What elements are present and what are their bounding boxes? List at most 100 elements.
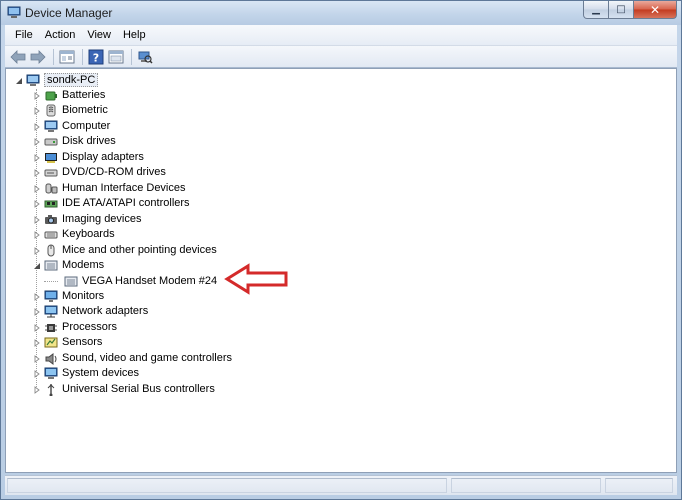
status-cell-main [7,478,447,493]
ide-controller-icon [44,200,58,208]
expand-arrow-icon[interactable] [32,122,41,131]
collapse-arrow-icon[interactable] [14,76,23,85]
tree-category-label: Imaging devices [62,213,142,225]
usb-icon [47,384,55,396]
expand-arrow-icon[interactable] [32,184,41,193]
computer-icon [26,74,40,86]
tree-category-row[interactable]: Sound, video and game controllers [32,351,292,366]
device-tree[interactable]: sondk-PC Batteries Biometric Computer Disk … [5,68,677,473]
device-manager-app-icon [7,6,21,18]
disk-drive-icon [44,138,58,146]
tree-device-row[interactable]: VEGA Handset Modem #24 [44,274,230,289]
tree-category-label: System devices [62,367,140,379]
mouse-icon [47,244,55,257]
tree-category-row[interactable]: Disk drives [32,134,292,149]
back-arrow-icon[interactable] [9,48,27,66]
processor-icon [45,324,57,332]
modem-icon [64,276,78,287]
status-cell-tertiary [605,478,673,493]
expand-arrow-icon[interactable] [32,307,41,316]
tree-category-label: IDE ATA/ATAPI controllers [62,197,190,209]
help-icon[interactable]: ? [87,48,105,66]
tree-category-row[interactable]: Biometric [32,103,292,118]
expand-arrow-icon[interactable] [32,215,41,224]
tree-category-row[interactable]: System devices [32,366,292,381]
properties-icon[interactable] [58,48,76,66]
menu-view[interactable]: View [81,27,117,43]
device-label-vega-modem: VEGA Handset Modem #24 [82,275,218,287]
hid-icon [45,183,58,194]
menu-bar: File Action View Help [5,25,677,46]
tree-category-row[interactable]: Human Interface Devices [32,181,292,196]
tree-category-row[interactable]: Sensors [32,335,292,350]
toolbar: ? [5,46,677,68]
expand-arrow-icon[interactable] [32,354,41,363]
menu-help[interactable]: Help [117,27,152,43]
tree-root-label: sondk-PC [44,73,99,87]
tree-category-label: Monitors [62,290,105,302]
menu-action[interactable]: Action [39,27,82,43]
expand-arrow-icon[interactable] [32,385,41,394]
speaker-icon [45,353,57,365]
expand-arrow-icon[interactable] [32,323,41,332]
tree-category-label: Network adapters [62,305,149,317]
dvd-drive-icon [44,169,58,177]
tree-category-row[interactable]: Computer [32,119,292,134]
toolbar-separator [53,48,54,65]
tree-category-label: Computer [62,120,111,132]
system-devices-icon [44,367,58,379]
show-hidden-icon[interactable] [107,48,125,66]
keyboard-icon [44,231,58,239]
menu-file[interactable]: File [9,27,39,43]
tree-category-row[interactable]: Display adapters [32,150,292,165]
status-bar [5,475,677,495]
tree-category-row[interactable]: DVD/CD-ROM drives [32,165,292,180]
tree-category-label: Modems [62,259,105,271]
tree-category-row[interactable]: Processors [32,320,292,335]
tree-category-label: Human Interface Devices [62,182,186,194]
tree-category-label: Biometric [62,104,108,116]
red-pointer-arrow-icon [224,263,288,295]
svg-text:?: ? [93,51,99,64]
tree-category-row[interactable]: Batteries [32,88,292,103]
expand-arrow-icon[interactable] [32,292,41,301]
tree-category-label: Mice and other pointing devices [62,244,217,256]
tree-category-label: Batteries [62,89,106,101]
forward-arrow-icon[interactable] [29,48,47,66]
modem-icon [44,260,58,271]
network-adapter-icon [44,305,58,318]
toolbar-separator [82,48,83,65]
tree-category-label: Keyboards [62,228,115,240]
status-cell-secondary [451,478,601,493]
tree-category-label: DVD/CD-ROM drives [62,166,166,178]
expand-arrow-icon[interactable] [32,137,41,146]
tree-category-row[interactable]: Network adapters [32,304,292,319]
tree-branch-line [44,281,58,282]
tree-category-row[interactable]: Universal Serial Bus controllers [32,382,292,397]
collapse-arrow-icon[interactable] [32,261,41,270]
sensor-icon [44,337,58,348]
expand-arrow-icon[interactable] [32,199,41,208]
minimize-button[interactable]: ▁ [583,1,609,19]
tree-category-label: Universal Serial Bus controllers [62,383,215,395]
tree-category-row[interactable]: Imaging devices [32,212,292,227]
expand-arrow-icon[interactable] [32,230,41,239]
caption-buttons: ▁ □ ✕ [583,1,677,19]
expand-arrow-icon[interactable] [32,91,41,100]
tree-category-row[interactable]: IDE ATA/ATAPI controllers [32,196,292,211]
expand-arrow-icon[interactable] [32,153,41,162]
tree-root-row[interactable]: sondk-PC [14,73,214,88]
biometric-icon [46,104,56,117]
tree-category-row[interactable]: Mice and other pointing devices [32,243,292,258]
expand-arrow-icon[interactable] [32,369,41,378]
maximize-button[interactable]: □ [609,1,634,19]
expand-arrow-icon[interactable] [32,168,41,177]
expand-arrow-icon[interactable] [32,106,41,115]
close-button[interactable]: ✕ [634,1,677,19]
tree-category-row[interactable]: Keyboards [32,227,292,242]
expand-arrow-icon[interactable] [32,338,41,347]
expand-arrow-icon[interactable] [32,246,41,255]
title-bar[interactable]: Device Manager ▁ □ ✕ [1,1,681,25]
scan-hardware-icon[interactable] [136,48,154,66]
device-manager-window: Device Manager ▁ □ ✕ File Action View He… [0,0,682,500]
